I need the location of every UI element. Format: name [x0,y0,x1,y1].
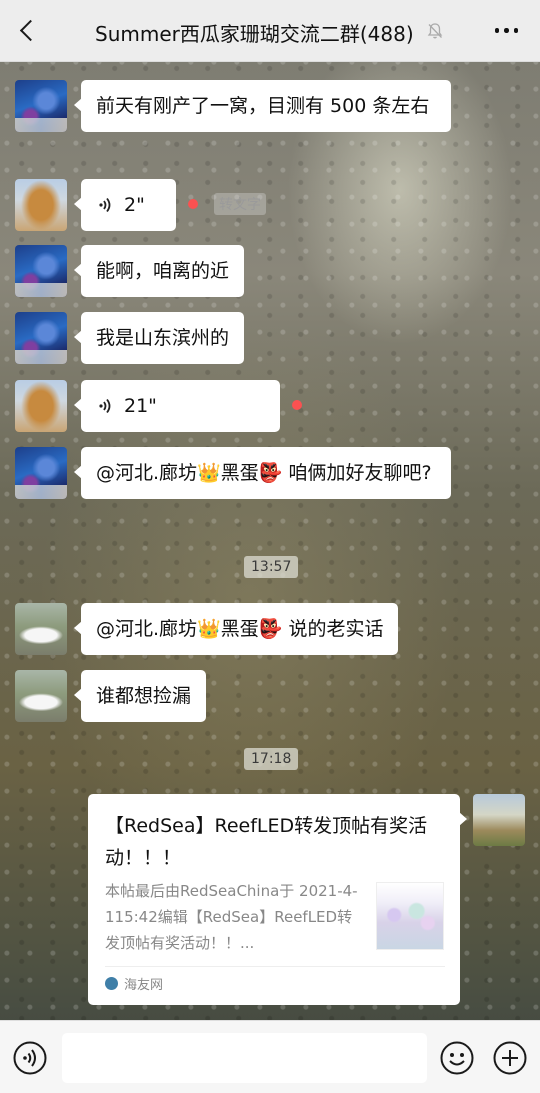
voice-message-bubble[interactable]: 21" [74,380,280,432]
avatar[interactable] [15,245,67,297]
mention-text: @河北.廊坊 [96,618,198,640]
avatar[interactable] [15,80,67,132]
mention-text: 黑蛋 [220,462,259,484]
voice-wave-icon [99,398,111,414]
mention-text: 黑蛋 [220,618,259,640]
back-button[interactable] [12,15,42,45]
message-bubble[interactable]: 能啊，咱离的近 [73,245,245,297]
card-description: 本帖最后由RedSeaChina于 2021-4-115:42编辑【RedSea… [105,882,358,952]
bell-off-icon [427,23,443,39]
voice-wave-icon [99,197,111,213]
message-bubble[interactable]: @河北.廊坊👑黑蛋👺 说的老实话 [73,603,399,655]
avatar[interactable] [15,670,67,722]
message-bubble[interactable]: 前天有刚产了一窝，目测有 500 条左右 [74,80,451,132]
link-card-message[interactable]: 【RedSea】ReefLED转发顶帖有奖活动！！！ 本帖最后由RedSeaCh… [88,794,467,1005]
message-text: 能啊，咱离的近 [96,260,230,282]
emoji-icon[interactable] [440,1041,474,1075]
plus-icon[interactable] [493,1041,527,1075]
message-input[interactable] [62,1033,427,1083]
message-list[interactable]: 前天有刚产了一窝，目测有 500 条左右 2" 转文字 能啊，咱离的近 我是山东… [0,62,540,1020]
voice-duration: 2" [124,194,145,216]
message-bubble[interactable]: @河北.廊坊👑黑蛋👺 咱俩加好友聊吧? [74,447,451,499]
card-title: 【RedSea】ReefLED转发顶帖有奖活动！！！ [105,815,428,869]
voice-message-bubble[interactable]: 2" [74,179,176,231]
message-text: 前天有刚产了一窝，目测有 500 条左右 [96,95,430,117]
voice-input-icon[interactable] [13,1041,47,1075]
more-dot [504,28,509,33]
voice-duration: 21" [124,395,157,417]
self-avatar[interactable] [473,794,525,846]
avatar[interactable] [15,179,67,231]
timestamp: 13:57 [244,556,299,578]
header-bar: Summer西瓜家珊瑚交流二群(488) [0,0,540,62]
avatar[interactable] [15,603,67,655]
avatar[interactable] [15,312,67,364]
more-options-button[interactable] [494,28,518,33]
timestamp: 17:18 [244,748,299,770]
avatar[interactable] [15,380,67,432]
message-text: 说的老实话 [288,618,384,640]
avatar[interactable] [15,447,67,499]
more-dot [513,28,518,33]
message-bubble[interactable]: 谁都想捡漏 [73,670,207,722]
more-dot [494,28,499,33]
chat-title: Summer西瓜家珊瑚交流二群(488) [95,22,414,46]
unread-dot [292,400,302,410]
chevron-left-icon [19,19,41,41]
ogre-emoji-icon: 👺 [258,462,283,484]
message-text: 咱俩加好友聊吧? [288,462,432,484]
card-source-label: 海友网 [124,978,164,993]
source-app-icon [105,977,118,990]
mention-text: @河北.廊坊 [96,462,198,484]
unread-dot [188,199,198,209]
message-bubble[interactable]: 我是山东滨州的 [73,312,245,364]
card-divider [105,966,445,967]
crown-emoji-icon: 👑 [197,462,221,484]
input-bar [0,1020,540,1093]
message-text: 谁都想捡漏 [96,685,192,707]
crown-emoji-icon: 👑 [197,618,221,640]
convert-to-text-button[interactable]: 转文字 [214,193,266,215]
card-source: 海友网 [105,974,163,993]
ogre-emoji-icon: 👺 [258,618,283,640]
message-text: 我是山东滨州的 [96,327,230,349]
card-thumbnail [376,882,444,950]
